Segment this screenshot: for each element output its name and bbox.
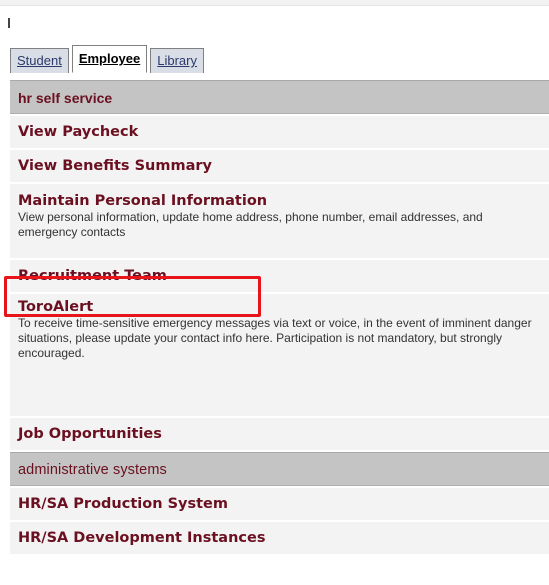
- section-header-admin: administrative systems: [10, 452, 549, 486]
- list-item-hrsa-development[interactable]: HR/SA Development Instances: [10, 522, 549, 556]
- tab-student[interactable]: Student: [10, 48, 69, 73]
- tab-bar: Student Employee Library: [10, 45, 207, 73]
- view-paycheck-link[interactable]: View Paycheck: [18, 124, 138, 140]
- list-item-view-benefits[interactable]: View Benefits Summary: [10, 150, 549, 184]
- top-divider: [0, 0, 549, 6]
- highlight-box: [4, 276, 261, 317]
- list-item-view-paycheck[interactable]: View Paycheck: [10, 116, 549, 150]
- employee-panel: hr self service View Paycheck View Benef…: [10, 80, 549, 556]
- job-opportunities-link[interactable]: Job Opportunities: [18, 426, 162, 442]
- text-cursor-mark: [8, 18, 10, 28]
- tab-employee[interactable]: Employee: [71, 45, 148, 73]
- list-item-hrsa-production[interactable]: HR/SA Production System: [10, 488, 549, 522]
- maintain-personal-info-link[interactable]: Maintain Personal Information: [18, 193, 549, 209]
- hrsa-production-link[interactable]: HR/SA Production System: [18, 496, 228, 512]
- list-item-job-opportunities[interactable]: Job Opportunities: [10, 418, 549, 452]
- view-benefits-link[interactable]: View Benefits Summary: [18, 158, 212, 174]
- tab-library[interactable]: Library: [150, 48, 204, 73]
- maintain-personal-info-description: View personal information, update home a…: [18, 210, 483, 239]
- section-header-hr: hr self service: [10, 80, 549, 114]
- list-item-maintain-personal-info[interactable]: Maintain Personal Information View perso…: [10, 184, 549, 260]
- hrsa-development-link[interactable]: HR/SA Development Instances: [18, 530, 265, 546]
- toroalert-description: To receive time-sensitive emergency mess…: [18, 316, 532, 360]
